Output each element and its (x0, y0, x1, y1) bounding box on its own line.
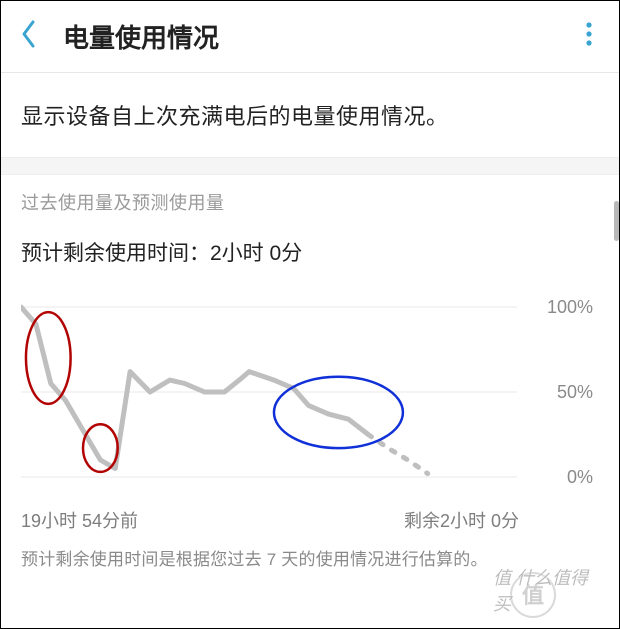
content: 显示设备自上次充满电后的电量使用情况。 过去使用量及预测使用量 预计剩余使用时间… (1, 73, 619, 570)
estimate-value: 2小时 0分 (210, 242, 302, 265)
section-divider (1, 157, 619, 175)
y-tick-0: 0% (567, 467, 593, 487)
red-ellipse-2 (83, 424, 118, 472)
watermark-text: 值 什么值得买 (493, 564, 605, 616)
blue-ellipse (274, 377, 403, 448)
overflow-menu-icon[interactable] (577, 13, 601, 60)
battery-chart: 100% 50% 0% (21, 287, 599, 497)
footnote-text: 预计剩余使用时间是根据您过去 7 天的使用情况进行估算的。 (21, 545, 599, 570)
page-title: 电量使用情况 (63, 18, 577, 55)
watermark: 值 值 什么值得买 (493, 568, 613, 622)
estimate-label: 预计剩余使用时间： (21, 242, 210, 265)
y-tick-50: 50% (557, 382, 593, 402)
red-ellipse-1 (26, 312, 71, 404)
app-bar: 电量使用情况 (1, 1, 619, 73)
scrollbar-thumb[interactable] (614, 201, 619, 241)
y-tick-100: 100% (547, 297, 593, 317)
x-start-label: 19小时 54分前 (21, 507, 138, 533)
series-history (21, 307, 368, 469)
svg-text:值: 值 (522, 583, 544, 608)
back-icon[interactable] (19, 19, 39, 54)
section-heading: 过去使用量及预测使用量 (21, 189, 599, 215)
estimate-line: 预计剩余使用时间：2小时 0分 (21, 237, 599, 267)
description-text: 显示设备自上次充满电后的电量使用情况。 (21, 99, 599, 131)
x-end-label: 剩余2小时 0分 (404, 507, 519, 533)
x-axis-labels: 19小时 54分前 剩余2小时 0分 (21, 497, 599, 533)
